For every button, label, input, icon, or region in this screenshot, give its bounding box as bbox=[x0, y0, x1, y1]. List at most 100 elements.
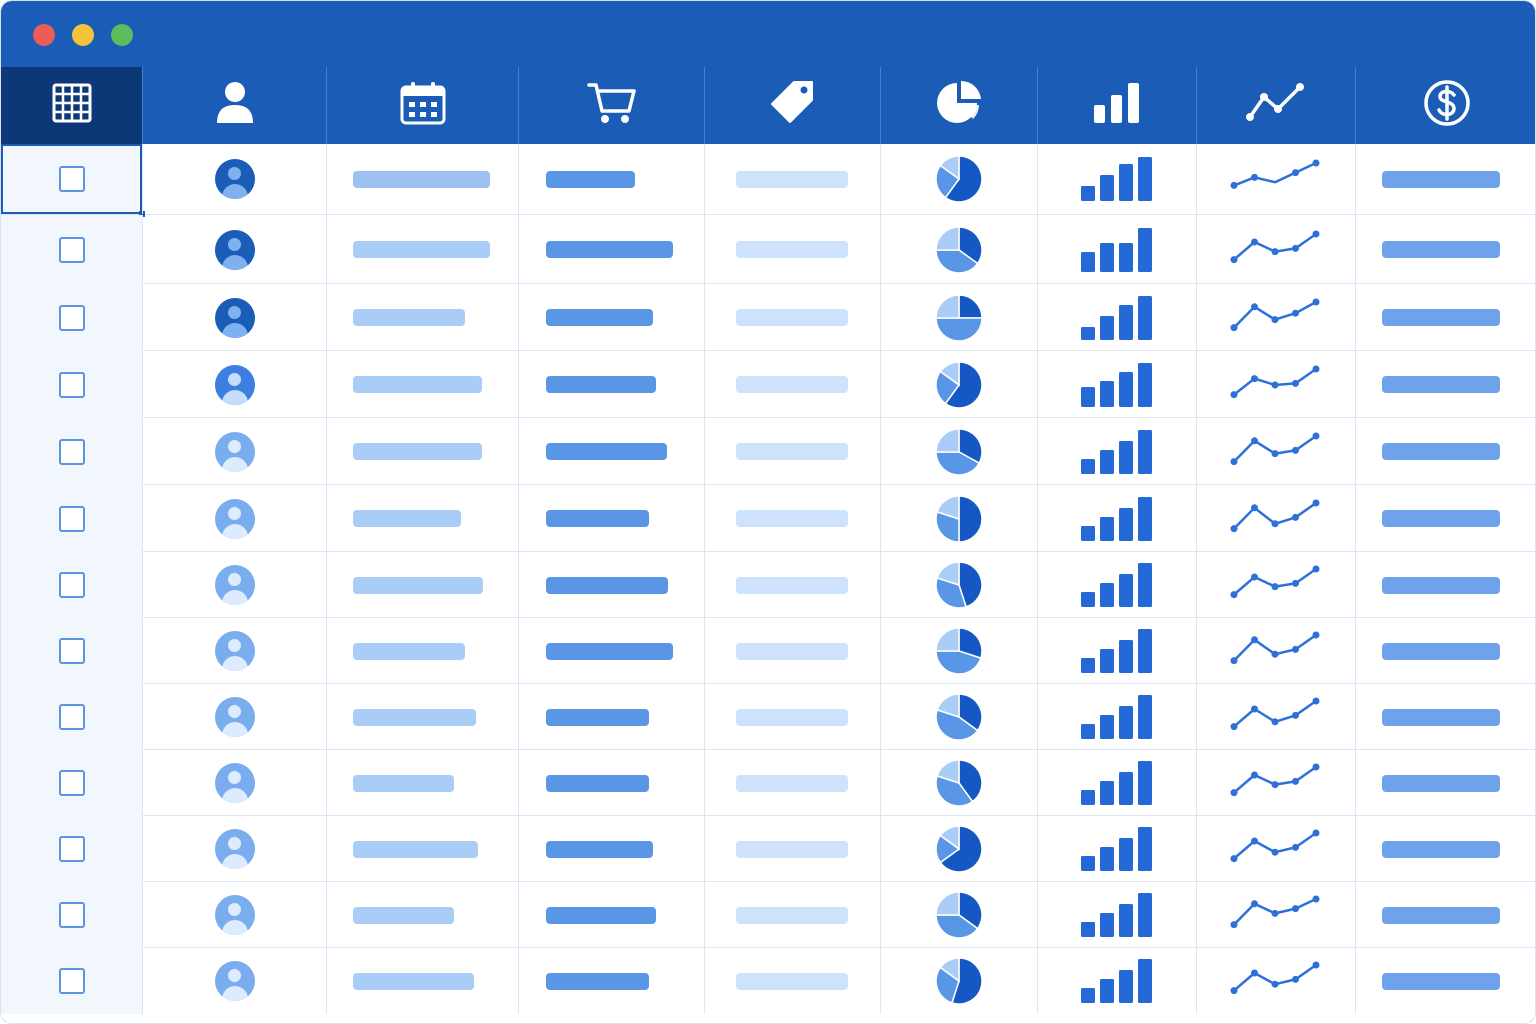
amount-placeholder-bar bbox=[1382, 576, 1500, 594]
table-row[interactable] bbox=[1, 144, 1535, 217]
row-select-cell[interactable] bbox=[1, 485, 142, 552]
avatar[interactable] bbox=[214, 763, 255, 803]
table-cell bbox=[1196, 750, 1355, 816]
table-row[interactable] bbox=[1, 617, 1535, 684]
table-cell bbox=[880, 816, 1037, 882]
table-row[interactable] bbox=[1, 749, 1535, 816]
row-checkbox[interactable] bbox=[58, 770, 85, 796]
row-checkbox[interactable] bbox=[58, 371, 85, 398]
row-select-cell[interactable] bbox=[1, 948, 142, 1014]
avatar[interactable] bbox=[214, 159, 255, 199]
avatar[interactable] bbox=[214, 961, 255, 1001]
avatar[interactable] bbox=[214, 895, 255, 935]
grid-icon bbox=[52, 83, 92, 128]
header-user[interactable] bbox=[142, 67, 326, 144]
row-checkbox[interactable] bbox=[58, 968, 85, 994]
close-window-button[interactable] bbox=[33, 24, 55, 46]
order-placeholder-bar bbox=[546, 708, 649, 726]
row-select-cell[interactable] bbox=[1, 882, 142, 948]
row-checkbox[interactable] bbox=[58, 166, 85, 192]
table-row[interactable] bbox=[1, 815, 1535, 882]
row-checkbox[interactable] bbox=[58, 836, 85, 862]
table-cell bbox=[326, 948, 518, 1014]
table-cell bbox=[880, 215, 1037, 284]
trend-point bbox=[1271, 449, 1279, 457]
row-pie-chart bbox=[935, 293, 983, 342]
date-placeholder-bar bbox=[353, 840, 478, 858]
row-pie-chart bbox=[935, 891, 983, 939]
amount-placeholder-bar bbox=[1382, 376, 1500, 393]
row-select-cell[interactable] bbox=[1, 284, 142, 351]
table-cell bbox=[880, 618, 1037, 684]
zoom-window-button[interactable] bbox=[111, 24, 133, 46]
row-checkbox[interactable] bbox=[58, 572, 85, 598]
table-cell bbox=[518, 750, 704, 816]
row-pie-chart bbox=[935, 957, 983, 1005]
table-row[interactable] bbox=[1, 283, 1535, 351]
table-cell bbox=[880, 552, 1037, 618]
header-select-all[interactable] bbox=[1, 67, 142, 144]
row-checkbox[interactable] bbox=[58, 236, 85, 263]
row-checkbox[interactable] bbox=[58, 304, 85, 331]
avatar[interactable] bbox=[214, 829, 255, 869]
table-cell bbox=[1037, 750, 1196, 816]
pie-slice bbox=[935, 293, 960, 319]
header-volume[interactable] bbox=[1037, 67, 1196, 144]
row-select-cell[interactable] bbox=[1, 351, 142, 418]
row-select-cell[interactable] bbox=[1, 144, 145, 217]
row-select-cell[interactable] bbox=[1, 618, 142, 684]
table-row[interactable] bbox=[1, 484, 1535, 552]
avatar[interactable] bbox=[214, 565, 255, 605]
table-row[interactable] bbox=[1, 947, 1535, 1014]
table-row[interactable] bbox=[1, 350, 1535, 418]
table-row[interactable] bbox=[1, 214, 1535, 284]
avatar[interactable] bbox=[214, 431, 255, 472]
avatar[interactable] bbox=[214, 498, 255, 539]
header-share[interactable] bbox=[880, 67, 1037, 144]
trend-point bbox=[1251, 837, 1258, 845]
avatar[interactable] bbox=[214, 697, 255, 737]
table-cell bbox=[1037, 418, 1196, 485]
minimize-window-button[interactable] bbox=[72, 24, 94, 46]
row-checkbox[interactable] bbox=[58, 438, 85, 465]
table-row[interactable] bbox=[1, 417, 1535, 485]
header-date[interactable] bbox=[326, 67, 518, 144]
table-row[interactable] bbox=[1, 683, 1535, 750]
bar-mark bbox=[1100, 781, 1114, 805]
row-checkbox[interactable] bbox=[58, 902, 85, 928]
title-bar bbox=[1, 1, 1535, 67]
trend-point bbox=[1312, 298, 1320, 305]
header-orders[interactable] bbox=[518, 67, 704, 144]
row-checkbox[interactable] bbox=[58, 505, 85, 532]
header-trend[interactable] bbox=[1196, 67, 1355, 144]
amount-placeholder-bar bbox=[1382, 443, 1500, 460]
avatar[interactable] bbox=[214, 631, 255, 671]
bar-mark bbox=[1100, 649, 1114, 673]
table-row[interactable] bbox=[1, 881, 1535, 948]
header-tags[interactable] bbox=[704, 67, 880, 144]
row-select-cell[interactable] bbox=[1, 750, 142, 816]
avatar[interactable] bbox=[214, 364, 255, 405]
avatar[interactable] bbox=[214, 297, 255, 338]
row-select-cell[interactable] bbox=[1, 684, 142, 750]
row-select-cell[interactable] bbox=[1, 418, 142, 485]
row-trend-line bbox=[1230, 298, 1320, 331]
row-checkbox[interactable] bbox=[58, 638, 85, 664]
amount-placeholder-bar bbox=[1382, 642, 1500, 660]
shopping-cart-icon bbox=[586, 81, 637, 130]
trend-point bbox=[1312, 763, 1320, 771]
row-select-cell[interactable] bbox=[1, 215, 142, 284]
avatar-head bbox=[228, 903, 241, 916]
row-select-cell[interactable] bbox=[1, 552, 142, 618]
date-placeholder-bar bbox=[353, 576, 483, 594]
header-amount[interactable] bbox=[1355, 67, 1535, 144]
table-cell bbox=[704, 552, 880, 618]
amount-placeholder-bar bbox=[1382, 906, 1500, 924]
avatar[interactable] bbox=[214, 229, 255, 270]
table-row[interactable] bbox=[1, 551, 1535, 618]
bar-mark bbox=[1100, 715, 1114, 739]
avatar-body bbox=[221, 184, 248, 199]
row-checkbox[interactable] bbox=[58, 704, 85, 730]
trend-point bbox=[1312, 230, 1320, 237]
row-select-cell[interactable] bbox=[1, 816, 142, 882]
